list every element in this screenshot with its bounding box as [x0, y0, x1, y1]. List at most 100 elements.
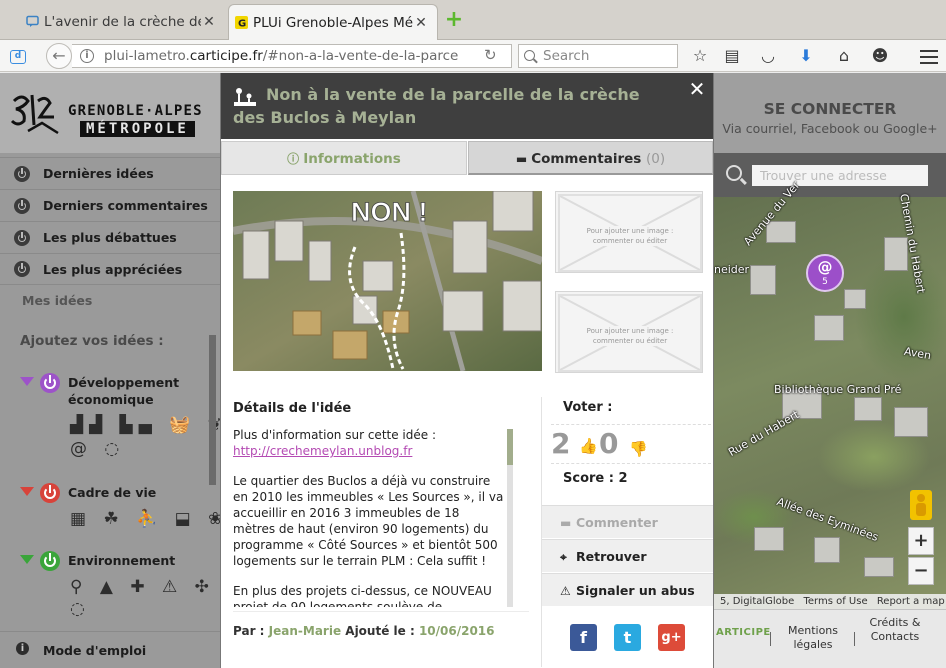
category-label: Développement économique [68, 375, 180, 407]
info-icon[interactable]: i [80, 49, 94, 63]
login-panel[interactable]: SE CONNECTER Via courriel, Facebook ou G… [714, 73, 946, 153]
twitter-share-button[interactable]: t [614, 624, 641, 651]
home-icon[interactable]: ⌂ [834, 46, 854, 66]
reload-icon[interactable]: ↻ [484, 46, 497, 64]
reading-list-icon[interactable]: ▤ [722, 46, 742, 66]
carticipe-logo[interactable]: ARTICIPE [716, 627, 771, 638]
footer-separator [770, 632, 771, 646]
vote-title: Voter : [563, 400, 613, 415]
category-cadre-de-vie[interactable]: Cadre de vie [20, 483, 178, 503]
chat-bubble-icon [26, 15, 39, 27]
address-input[interactable]: Trouver une adresse [752, 165, 928, 186]
image-placeholder-1[interactable]: Pour ajouter une image : commenter ou éd… [555, 191, 703, 273]
retrouver-button[interactable]: ⌖ Retrouver [542, 539, 713, 572]
thumbs-down-icon[interactable]: 👎 [629, 440, 648, 458]
browser-navbar: d ← plui-lametro.carticipe.fr/#non-a-la-… [0, 40, 946, 72]
metro-logo[interactable]: GRENOBLE·ALPES MÉTROPOLE [0, 73, 220, 153]
search-input[interactable]: Search [518, 44, 678, 68]
votes-up-count: 2 [551, 427, 571, 460]
category-icons-row[interactable]: @ ◌ [70, 439, 125, 459]
report-abuse-button[interactable]: ⚠ Signaler un abus [542, 573, 713, 606]
bookmark-star-icon[interactable]: ☆ [690, 46, 710, 66]
facebook-share-button[interactable]: f [570, 624, 597, 651]
login-title: SE CONNECTER [763, 100, 897, 118]
smiley-icon[interactable]: ☻ [870, 46, 890, 66]
metro-logo-mark-icon [10, 94, 59, 135]
tab-informations[interactable]: ⓘ Informations [221, 141, 467, 175]
caret-down-icon [20, 487, 34, 496]
tab-close-icon[interactable]: ✕ [201, 14, 217, 30]
score: Score : 2 [563, 471, 628, 486]
comment-icon: ▬ [560, 516, 572, 530]
attribution-text: 5, DigitalGlobe [720, 596, 795, 607]
report-map-error-link[interactable]: Report a map error [877, 596, 946, 607]
image-placeholder-2[interactable]: Pour ajouter une image : commenter ou éd… [555, 291, 703, 373]
tab-label: Commentaires [531, 151, 642, 167]
mes-idees-link[interactable]: Mes idées [22, 293, 92, 308]
menu-dernieres-idees[interactable]: Dernières idées [0, 157, 220, 189]
category-icons-row[interactable]: ⚲ ▲ ✚ ⚠ ✣ [70, 577, 215, 597]
photo-overlay-text: NON ! [351, 197, 428, 227]
map-building [864, 557, 894, 577]
download-icon[interactable]: ⬇ [796, 46, 816, 66]
idea-modal: Non à la vente de la parcelle de la crèc… [220, 73, 714, 668]
category-icons-row[interactable]: ◌ [70, 599, 91, 619]
zoom-in-button[interactable]: + [908, 527, 934, 555]
browser-tab-1[interactable]: L'avenir de la crèche des ✕ [20, 4, 225, 40]
idea-photo[interactable]: NON ! [233, 191, 542, 371]
footer-separator [854, 632, 855, 646]
category-environnement[interactable]: Environnement [20, 551, 178, 571]
credits-contacts-link[interactable]: Crédits & Contacts [866, 616, 924, 644]
back-button[interactable]: ← [46, 43, 72, 69]
map-panel: SE CONNECTER Via courriel, Facebook ou G… [714, 73, 946, 668]
placeholder-text: Pour ajouter une image : commenter ou éd… [570, 226, 690, 246]
map-building [750, 265, 776, 295]
author-name[interactable]: Jean-Marie [269, 624, 341, 638]
details-scrollbar-thumb[interactable] [507, 429, 513, 465]
menu-plus-appreciees[interactable]: Les plus appréciées [0, 253, 220, 285]
browser-tab-2[interactable]: G PLUi Grenoble-Alpes Mé ✕ [228, 4, 438, 40]
tab-close-icon[interactable]: ✕ [413, 15, 429, 31]
byline: Par : Jean-Marie Ajouté le : 10/06/2016 [233, 624, 495, 638]
street-view-pegman-icon[interactable] [910, 490, 932, 520]
mode-emploi-link[interactable]: Mode d'emploi [0, 631, 220, 668]
thumbs-up-icon[interactable]: 👍 [579, 437, 598, 455]
details-title: Détails de l'idée [233, 401, 352, 416]
mode-emploi-label: Mode d'emploi [43, 642, 147, 658]
terms-link[interactable]: Terms of Use [803, 596, 867, 607]
idea-map-pin[interactable]: @5 [806, 254, 844, 292]
address-search: Trouver une adresse [714, 153, 946, 197]
details-link[interactable]: http://crechemeylan.unblog.fr [233, 444, 412, 458]
url-bar[interactable]: plui-lametro.carticipe.fr/#non-a-la-vent… [72, 44, 512, 68]
menu-label: Les plus débattues [43, 230, 177, 245]
details-body[interactable]: Plus d'information sur cette idée : http:… [233, 427, 505, 607]
added-label: Ajouté le : [345, 624, 415, 638]
close-icon[interactable]: ✕ [687, 79, 707, 99]
sidebar-scrollbar[interactable] [209, 335, 216, 485]
googleplus-share-button[interactable]: g+ [658, 624, 685, 651]
details-intro: Plus d'information sur cette idée : [233, 428, 436, 442]
new-tab-button[interactable]: + [444, 9, 464, 31]
menu-plus-debattues[interactable]: Les plus débattues [0, 221, 220, 253]
warning-icon: ⚠ [560, 584, 571, 598]
mentions-legales-link[interactable]: Mentions légales [784, 624, 842, 652]
menu-label: Les plus appréciées [43, 261, 183, 277]
menu-derniers-commentaires[interactable]: Derniers commentaires [0, 189, 220, 221]
map-building [884, 237, 908, 271]
category-label: Cadre de vie [68, 485, 157, 500]
right-footer: ARTICIPE Mentions légales Crédits & Cont… [714, 609, 946, 668]
hamburger-menu-icon[interactable] [920, 50, 938, 64]
sidebar-toggle-icon[interactable]: d [10, 50, 26, 64]
power-icon [14, 197, 30, 214]
satellite-map[interactable]: neider Bibliothèque Grand Pré Allée des … [714, 179, 946, 609]
zoom-out-button[interactable]: − [908, 557, 934, 585]
pocket-icon[interactable]: ◡ [758, 46, 778, 66]
vote-row: 2 👍 0 👎 [551, 424, 711, 464]
site-favicon-icon: G [235, 16, 248, 29]
search-icon[interactable] [726, 165, 742, 181]
comment-button[interactable]: ▬ Commenter [542, 505, 713, 538]
map-label: Rue du Habert [726, 408, 802, 459]
category-developpement[interactable]: Développement économique [20, 373, 180, 408]
tab-commentaires[interactable]: ▬ Commentaires (0) [468, 141, 713, 175]
power-icon [40, 551, 60, 571]
